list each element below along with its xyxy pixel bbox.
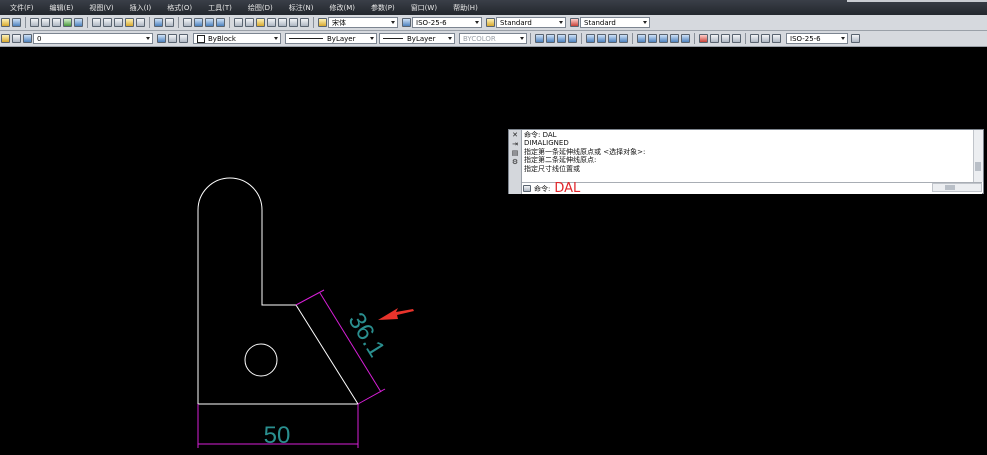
- command-history: 命令: DAL DIMALIGNED 指定第一条延伸线原点或 <选择对象>: 指…: [524, 131, 974, 173]
- command-window: ✕ ⇥ ▤ ⚙ 命令: DAL DIMALIGNED 指定第一条延伸线原点或 <…: [508, 129, 984, 196]
- dimension-text-36-1: 36.1: [343, 308, 391, 362]
- command-input[interactable]: 命令: DAL: [522, 181, 982, 196]
- hole-circle: [244, 343, 278, 377]
- scrollbar-thumb[interactable]: [945, 185, 955, 190]
- command-prompt: 命令:: [534, 184, 551, 193]
- history-line: 命令: DAL: [524, 131, 557, 139]
- history-line: DIMALIGNED: [524, 139, 569, 148]
- close-icon[interactable]: ✕: [512, 131, 518, 140]
- part-geometry: [197, 177, 359, 405]
- settings-icon[interactable]: ⚙: [512, 158, 518, 167]
- annotation-arrow-icon: [378, 308, 414, 320]
- dimension-text-50: 50: [264, 422, 291, 449]
- properties-icon[interactable]: ▤: [512, 149, 519, 158]
- command-typed-text: DAL: [554, 181, 581, 196]
- aligned-dimension-top-extension: [295, 289, 325, 306]
- scrollbar-thumb[interactable]: [975, 162, 981, 171]
- pin-icon[interactable]: ⇥: [512, 140, 518, 149]
- history-line: 指定第一条延伸线原点或 <选择对象>:: [524, 147, 646, 156]
- history-line: 指定尺寸线位置或: [524, 164, 580, 173]
- command-line-icon: [523, 185, 531, 192]
- history-line: 指定第二条延伸线原点:: [524, 156, 597, 165]
- history-scrollbar[interactable]: [973, 130, 983, 182]
- input-scrollbar[interactable]: [932, 183, 982, 192]
- drawing-canvas[interactable]: 50 36.1: [0, 0, 987, 455]
- command-window-sidebar: ✕ ⇥ ▤ ⚙: [509, 130, 522, 194]
- part-outline: [197, 177, 359, 405]
